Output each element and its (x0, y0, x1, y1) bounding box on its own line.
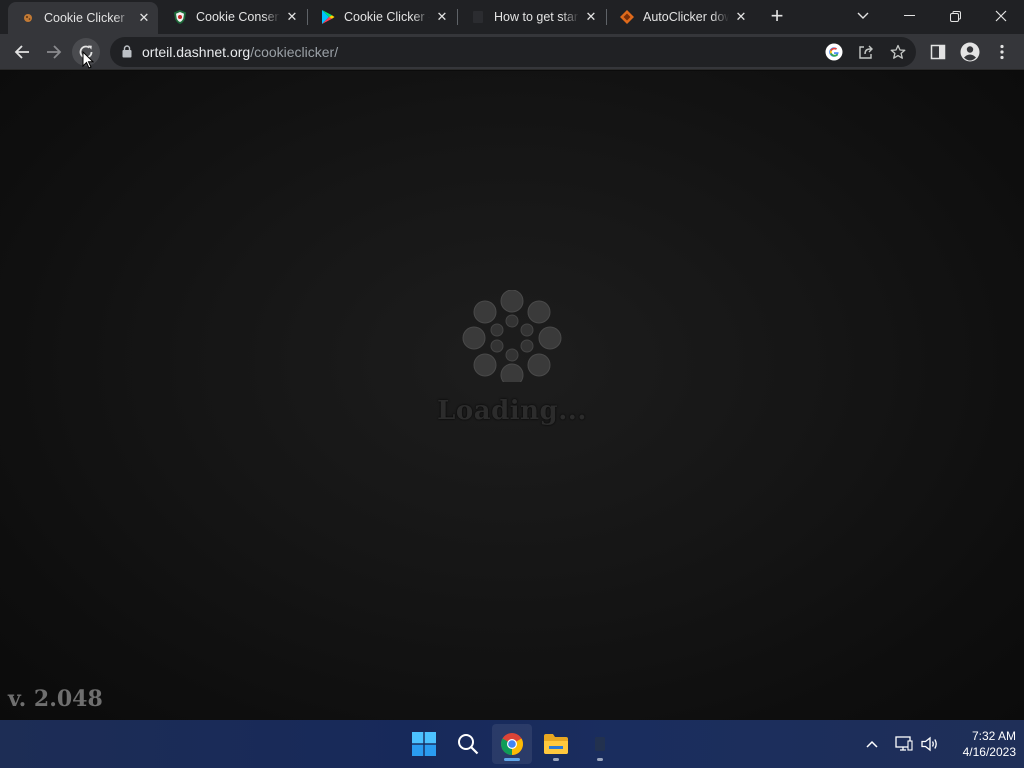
bookmark-button[interactable] (888, 42, 908, 62)
search-button[interactable] (448, 724, 488, 764)
close-icon (995, 10, 1007, 22)
game-viewport[interactable]: Loading... v. 2.048 (0, 71, 1024, 720)
diamond-icon (619, 9, 635, 25)
profile-icon (960, 42, 980, 62)
volume-button[interactable] (918, 732, 942, 756)
running-indicator (597, 758, 603, 761)
chevron-down-icon (857, 12, 869, 19)
minimize-button[interactable] (886, 0, 932, 32)
tab-cookie-consent[interactable]: Cookie Consent ✕ (160, 0, 306, 34)
restore-button[interactable] (932, 0, 978, 32)
restore-icon (949, 10, 961, 22)
tab-search-button[interactable] (840, 0, 886, 32)
google-play-icon (320, 9, 336, 25)
tab-title: Cookie Clicker - (344, 10, 430, 24)
close-tab-icon[interactable]: ✕ (284, 9, 300, 25)
share-icon (859, 45, 873, 59)
tab-cookie-clicker-play[interactable]: Cookie Clicker - ✕ (308, 0, 456, 34)
taskbar-chrome[interactable] (492, 724, 532, 764)
start-button[interactable] (404, 724, 444, 764)
clock-time: 7:32 AM (971, 729, 1016, 743)
show-hidden-icons-button[interactable] (860, 732, 884, 756)
taskbar: 7:32 AM 4/16/2023 (0, 720, 1024, 768)
clock-date: 4/16/2023 (962, 745, 1016, 759)
tab-how-to-get-started[interactable]: How to get star ✕ (458, 0, 605, 34)
clock[interactable]: 7:32 AM 4/16/2023 (946, 728, 1016, 760)
browser-toolbar: orteil.dashnet.org/cookieclicker/ (0, 34, 1024, 70)
tab-title: Cookie Clicker (44, 11, 125, 25)
tab-autoclicker[interactable]: AutoClicker dow ✕ (607, 0, 755, 34)
url-path: /cookieclicker/ (250, 44, 339, 60)
tab-title: How to get star (494, 10, 579, 24)
close-tab-icon[interactable]: ✕ (583, 9, 599, 25)
consent-shield-icon (172, 9, 188, 25)
loading-spinner-icon (462, 290, 562, 382)
taskbar-file-explorer[interactable] (536, 724, 576, 764)
running-indicator (553, 758, 559, 761)
close-tab-icon[interactable]: ✕ (434, 9, 450, 25)
google-lens-button[interactable] (824, 42, 844, 62)
tab-cookie-clicker[interactable]: Cookie Clicker ✕ (8, 2, 158, 34)
google-icon (825, 43, 843, 61)
address-bar[interactable]: orteil.dashnet.org/cookieclicker/ (110, 37, 916, 67)
close-tab-icon[interactable]: ✕ (136, 10, 152, 26)
side-panel-icon (930, 44, 946, 60)
lock-icon[interactable] (122, 45, 132, 58)
more-vert-icon (1000, 44, 1004, 60)
tab-strip: Cookie Clicker ✕ Cookie Consent ✕ Cookie… (0, 0, 1024, 34)
profile-button[interactable] (956, 38, 984, 66)
minimize-icon (903, 15, 915, 16)
url-text[interactable]: orteil.dashnet.org/cookieclicker/ (142, 44, 338, 60)
menu-button[interactable] (988, 38, 1016, 66)
loading-text: Loading... (437, 396, 587, 426)
search-icon (458, 734, 479, 755)
side-panel-button[interactable] (924, 38, 952, 66)
url-domain: orteil.dashnet.org (142, 44, 251, 60)
forward-button[interactable] (40, 38, 68, 66)
back-button[interactable] (8, 38, 36, 66)
close-tab-icon[interactable]: ✕ (733, 9, 749, 25)
version-label: v. 2.048 (8, 686, 103, 712)
page-icon (470, 9, 486, 25)
taskbar-app[interactable] (580, 724, 620, 764)
arrow-right-icon (47, 45, 62, 59)
tab-title: AutoClicker dow (643, 10, 729, 24)
tab-title: Cookie Consent (196, 10, 280, 24)
chevron-up-icon (866, 740, 878, 748)
network-button[interactable] (892, 732, 916, 756)
chrome-icon (501, 733, 523, 755)
new-tab-button[interactable]: + (765, 5, 789, 29)
arrow-left-icon (14, 45, 29, 59)
network-icon (895, 736, 913, 751)
star-icon (890, 44, 906, 59)
speaker-icon (921, 736, 937, 752)
folder-icon (544, 734, 568, 754)
app-icon (595, 737, 605, 751)
share-button[interactable] (856, 42, 876, 62)
cookie-icon (20, 10, 36, 26)
active-indicator (504, 758, 520, 761)
windows-start-icon (412, 732, 436, 756)
close-window-button[interactable] (978, 0, 1024, 32)
mouse-cursor-icon (82, 51, 94, 69)
